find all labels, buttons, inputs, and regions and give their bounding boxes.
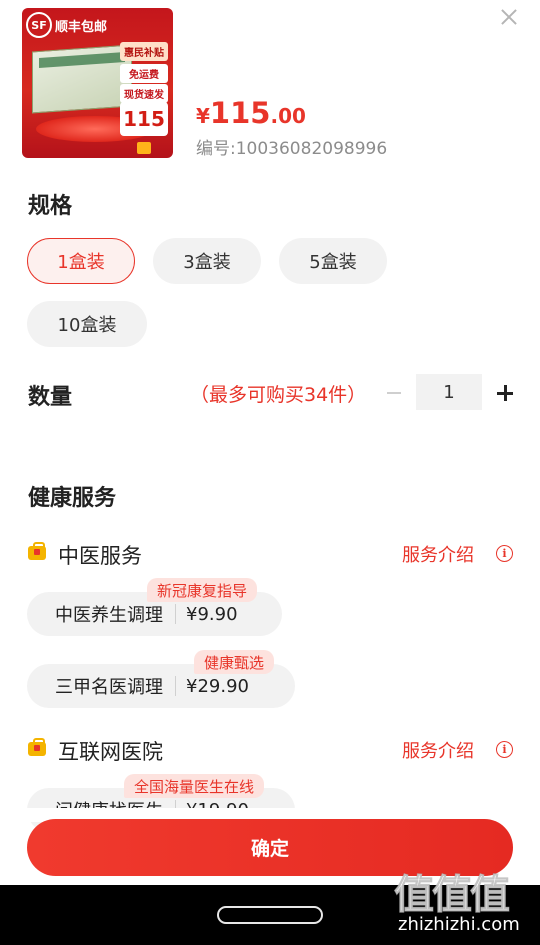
price-integer: 115 [209, 96, 271, 130]
service-item-badge: 新冠康复指导 [147, 578, 258, 602]
product-price: ¥115.00 [196, 96, 306, 130]
info-icon[interactable]: i [496, 545, 513, 562]
quantity-limit-note: （最多可购买34件） [190, 384, 367, 406]
thumb-tag-free-shipping: 免运费 [120, 64, 168, 83]
gift-icon [137, 142, 151, 154]
service-item-badge: 全国海量医生在线 [124, 774, 265, 798]
product-sku-code: 编号:10036082098996 [196, 139, 388, 159]
service-item-divider [175, 604, 176, 624]
service-item-divider [175, 676, 176, 696]
thumb-price-tag: 115 [120, 102, 168, 136]
spec-title: 规格 [28, 194, 73, 219]
service-intro-link[interactable]: 服务介绍 [402, 737, 474, 763]
spec-option-3-box[interactable]: 3盒装 [153, 238, 261, 284]
service-item-price: ¥9.90 [186, 603, 238, 625]
home-gesture-pill[interactable] [217, 906, 323, 924]
service-item-price: ¥29.90 [186, 675, 249, 697]
thumb-tag-fast-delivery: 现货速发 [120, 84, 168, 103]
medicine-box-image [32, 44, 132, 114]
close-icon[interactable] [498, 6, 520, 28]
watermark-logo: 值值值 [394, 872, 511, 919]
price-currency: ¥ [196, 104, 210, 128]
thumb-tag-subsidy: 惠民补贴 [120, 42, 168, 61]
plus-icon[interactable] [494, 380, 516, 406]
health-services-title: 健康服务 [28, 486, 117, 511]
service-item-badge: 健康甄选 [194, 650, 275, 674]
watermark-site: zhizhizhi.com [398, 914, 520, 935]
spec-option-5-box[interactable]: 5盒装 [279, 238, 387, 284]
service-item-name: 中医养生调理 [55, 605, 163, 626]
quantity-input[interactable] [416, 374, 482, 410]
service-intro-link[interactable]: 服务介绍 [402, 541, 474, 567]
sf-express-logo-icon: SF [26, 12, 52, 38]
service-item-name: 三甲名医调理 [55, 677, 163, 698]
spec-option-10-box[interactable]: 10盒装 [27, 301, 147, 347]
quantity-title: 数量 [28, 385, 73, 410]
free-shipping-text: 顺丰包邮 [55, 20, 108, 35]
service-group-title: 中医服务 [58, 544, 142, 568]
spec-option-1-box[interactable]: 1盒装 [27, 238, 135, 284]
info-icon[interactable]: i [496, 741, 513, 758]
minus-icon[interactable] [384, 380, 406, 406]
price-decimal: .00 [270, 104, 306, 128]
medical-kit-icon [28, 542, 46, 560]
product-thumbnail: SF 顺丰包邮 惠民补贴 免运费 现货速发 115 [22, 8, 173, 158]
medical-kit-icon [28, 738, 46, 756]
service-group-title: 互联网医院 [58, 740, 163, 764]
